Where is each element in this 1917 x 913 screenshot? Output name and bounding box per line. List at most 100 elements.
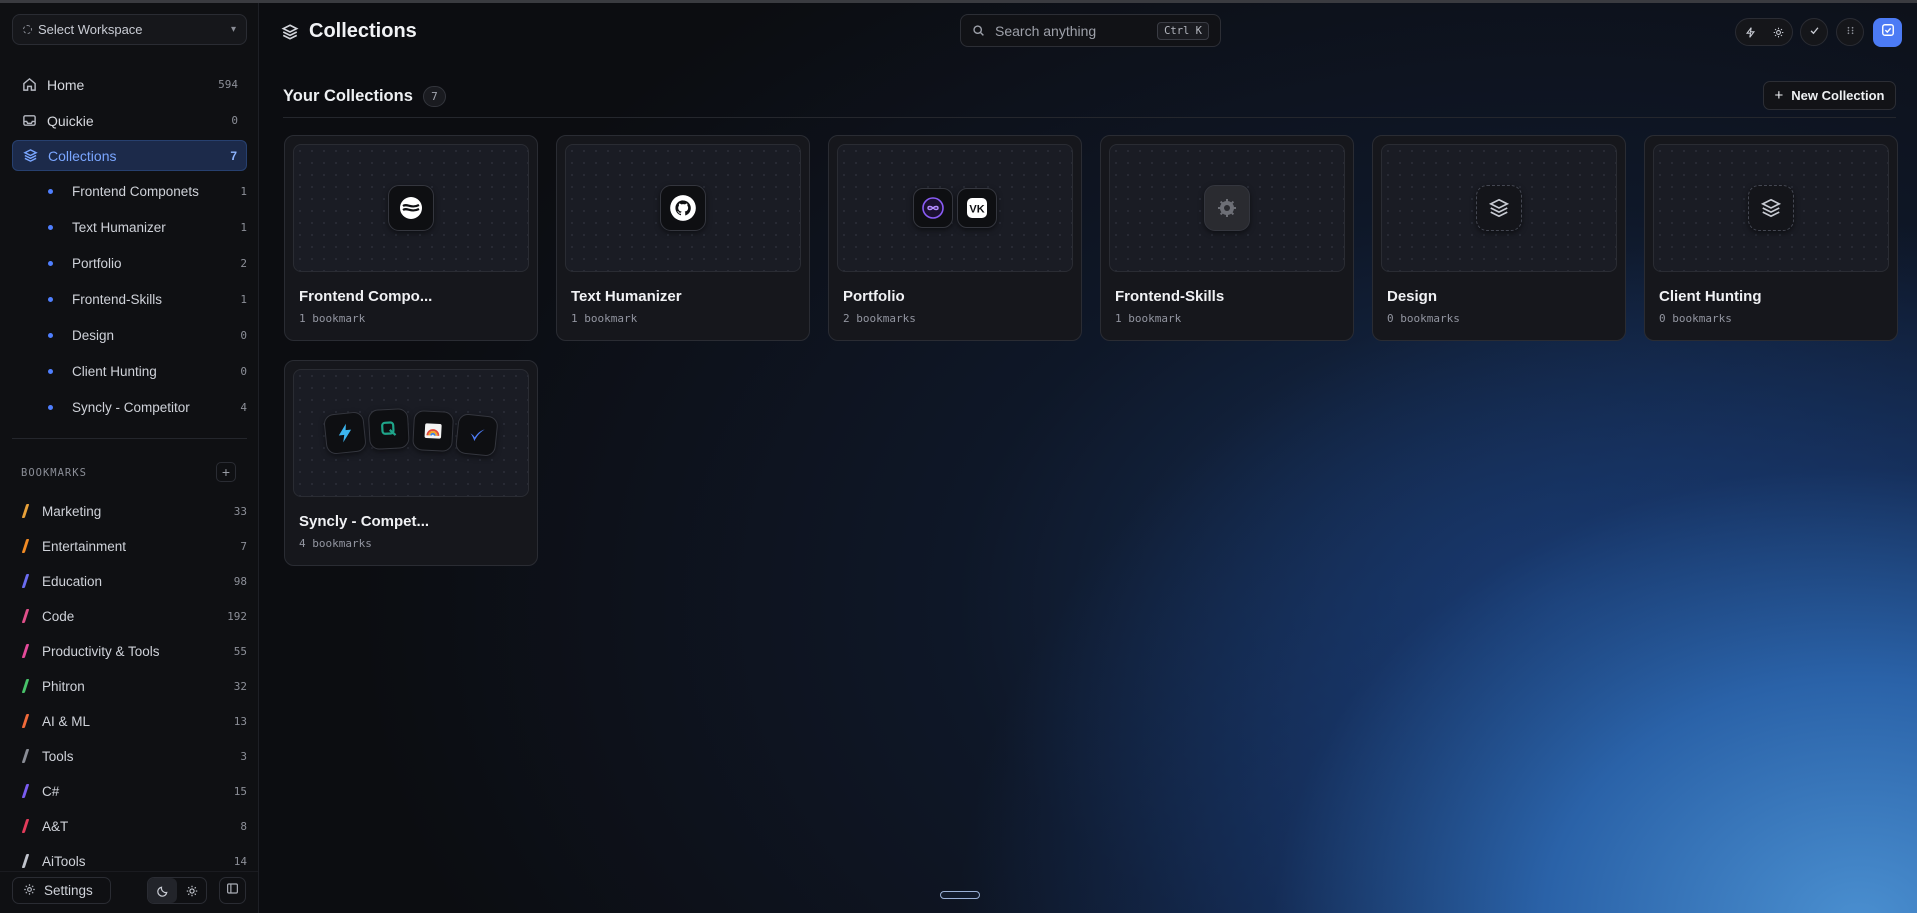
sidebar: Select Workspace ▾ Home 594 Quickie 0 Co… bbox=[0, 3, 259, 913]
bookmark-item-count: 7 bbox=[240, 539, 247, 553]
tag-slash-icon bbox=[21, 644, 30, 658]
new-collection-button[interactable]: + New Collection bbox=[1763, 81, 1896, 110]
bolt-icon bbox=[323, 411, 367, 455]
quick-actions-group bbox=[1735, 18, 1793, 46]
workspace-label: Select Workspace bbox=[38, 22, 143, 37]
gear-icon bbox=[23, 883, 36, 899]
collection-item[interactable]: Portfolio 2 bbox=[40, 249, 247, 277]
scroll-indicator[interactable] bbox=[940, 891, 980, 899]
grid-menu-button[interactable] bbox=[1836, 18, 1864, 46]
bookmark-item[interactable]: Phitron 32 bbox=[21, 673, 247, 699]
bookmarks-heading: BOOKMARKS bbox=[21, 467, 87, 479]
sidebar-item-home[interactable]: Home 594 bbox=[12, 69, 247, 100]
search-input[interactable]: Search anything Ctrl K bbox=[960, 14, 1221, 47]
collection-card[interactable]: Frontend-Skills 1 bookmark bbox=[1100, 135, 1354, 341]
check-button[interactable] bbox=[1800, 18, 1828, 46]
card-thumbnail bbox=[565, 144, 801, 272]
select-mode-button[interactable] bbox=[1873, 18, 1902, 47]
bookmark-item-count: 192 bbox=[227, 609, 247, 623]
card-title: Frontend-Skills bbox=[1115, 288, 1225, 305]
bookmark-item[interactable]: Code 192 bbox=[21, 603, 247, 629]
bookmark-item-label: Education bbox=[42, 573, 103, 589]
card-title: Portfolio bbox=[843, 288, 905, 305]
bookmark-item[interactable]: Marketing 33 bbox=[21, 498, 247, 524]
collection-item[interactable]: Client Hunting 0 bbox=[40, 357, 247, 385]
bookmark-item-count: 13 bbox=[233, 714, 247, 728]
bookmark-item[interactable]: Entertainment 7 bbox=[21, 533, 247, 559]
collection-item[interactable]: Frontend Componets 1 bbox=[40, 177, 247, 205]
section-divider bbox=[283, 117, 1896, 118]
tag-slash-icon bbox=[21, 504, 30, 518]
sun-icon[interactable] bbox=[177, 878, 206, 903]
webflow-icon bbox=[388, 185, 434, 231]
bookmark-item[interactable]: Education 98 bbox=[21, 568, 247, 594]
collection-item[interactable]: Syncly - Competitor 4 bbox=[40, 393, 247, 421]
tag-slash-icon bbox=[21, 539, 30, 553]
collection-card[interactable]: VK Portfolio 2 bookmarks bbox=[828, 135, 1082, 341]
collection-item[interactable]: Text Humanizer 1 bbox=[40, 213, 247, 241]
workspace-selector[interactable]: Select Workspace ▾ bbox=[12, 14, 247, 45]
bolt-icon[interactable] bbox=[1736, 19, 1764, 45]
collections-count-badge: 7 bbox=[422, 86, 446, 107]
bookmark-item-count: 3 bbox=[240, 749, 247, 763]
layers-icon bbox=[281, 23, 299, 41]
inbox-icon bbox=[21, 113, 37, 129]
bookmark-item[interactable]: Tools 3 bbox=[21, 743, 247, 769]
card-title: Syncly - Compet... bbox=[299, 513, 430, 530]
toggle-sidebar-button[interactable] bbox=[219, 877, 246, 904]
bookmark-item-label: Entertainment bbox=[42, 538, 127, 554]
page-title-text: Collections bbox=[309, 20, 417, 42]
sidebar-item-count: 0 bbox=[231, 114, 238, 127]
settings-button[interactable]: Settings bbox=[12, 877, 111, 904]
collection-card[interactable]: Design 0 bookmarks bbox=[1372, 135, 1626, 341]
bookmark-item-label: C# bbox=[42, 783, 60, 799]
search-shortcut: Ctrl K bbox=[1157, 21, 1209, 40]
collection-card[interactable]: Text Humanizer 1 bookmark bbox=[556, 135, 810, 341]
tag-slash-icon bbox=[21, 784, 30, 798]
bookmark-item-count: 14 bbox=[233, 854, 247, 868]
collection-item-label: Client Hunting bbox=[72, 363, 157, 379]
bookmark-item[interactable]: AI & ML 13 bbox=[21, 708, 247, 734]
main-content: Collections Search anything Ctrl K Your … bbox=[259, 3, 1917, 913]
search-icon bbox=[972, 24, 985, 37]
card-bookmark-count: 0 bookmarks bbox=[1387, 312, 1460, 325]
collection-item[interactable]: Frontend-Skills 1 bbox=[40, 285, 247, 313]
sun-icon[interactable] bbox=[1764, 19, 1792, 45]
sidebar-item-quickie[interactable]: Quickie 0 bbox=[12, 105, 247, 136]
sidebar-item-collections[interactable]: Collections 7 bbox=[12, 140, 247, 171]
card-thumbnail bbox=[1381, 144, 1617, 272]
card-title: Frontend Compo... bbox=[299, 288, 433, 305]
collection-item-count: 4 bbox=[240, 400, 247, 414]
vk-icon: VK bbox=[957, 188, 997, 228]
check-icon bbox=[1809, 25, 1820, 39]
bookmark-item[interactable]: C# 15 bbox=[21, 778, 247, 804]
moon-icon[interactable] bbox=[148, 878, 177, 903]
bullet-icon bbox=[48, 332, 53, 338]
sidebar-item-count: 7 bbox=[230, 148, 237, 163]
bookmark-item[interactable]: Productivity & Tools 55 bbox=[21, 638, 247, 664]
collection-card[interactable]: Frontend Compo... 1 bookmark bbox=[284, 135, 538, 341]
card-thumbnail bbox=[293, 369, 529, 497]
bookmark-item-label: AI & ML bbox=[42, 713, 91, 729]
collection-card[interactable]: Client Hunting 0 bookmarks bbox=[1644, 135, 1898, 341]
bookmark-item-label: A&T bbox=[42, 818, 69, 834]
settings-label: Settings bbox=[44, 883, 93, 898]
bookmark-item-count: 15 bbox=[233, 784, 247, 798]
add-bookmark-group-button[interactable]: + bbox=[216, 462, 236, 482]
bookmark-item-count: 98 bbox=[233, 574, 247, 588]
sidebar-footer: Settings bbox=[0, 871, 258, 913]
plus-icon: + bbox=[1774, 87, 1784, 104]
page-title: Collections bbox=[281, 20, 417, 43]
theme-toggle[interactable] bbox=[147, 877, 207, 904]
tag-slash-icon bbox=[21, 714, 30, 728]
layers-icon bbox=[22, 148, 38, 164]
plus-icon: + bbox=[221, 464, 231, 480]
card-bookmark-count: 0 bookmarks bbox=[1659, 312, 1732, 325]
bookmark-item[interactable]: A&T 8 bbox=[21, 813, 247, 839]
collection-card[interactable]: Syncly - Compet... 4 bookmarks bbox=[284, 360, 538, 566]
new-collection-label: New Collection bbox=[1791, 88, 1885, 103]
sidebar-item-label: Collections bbox=[48, 147, 117, 164]
card-title: Design bbox=[1387, 288, 1438, 305]
collection-item[interactable]: Design 0 bbox=[40, 321, 247, 349]
bookmark-item-label: AiTools bbox=[42, 853, 86, 869]
